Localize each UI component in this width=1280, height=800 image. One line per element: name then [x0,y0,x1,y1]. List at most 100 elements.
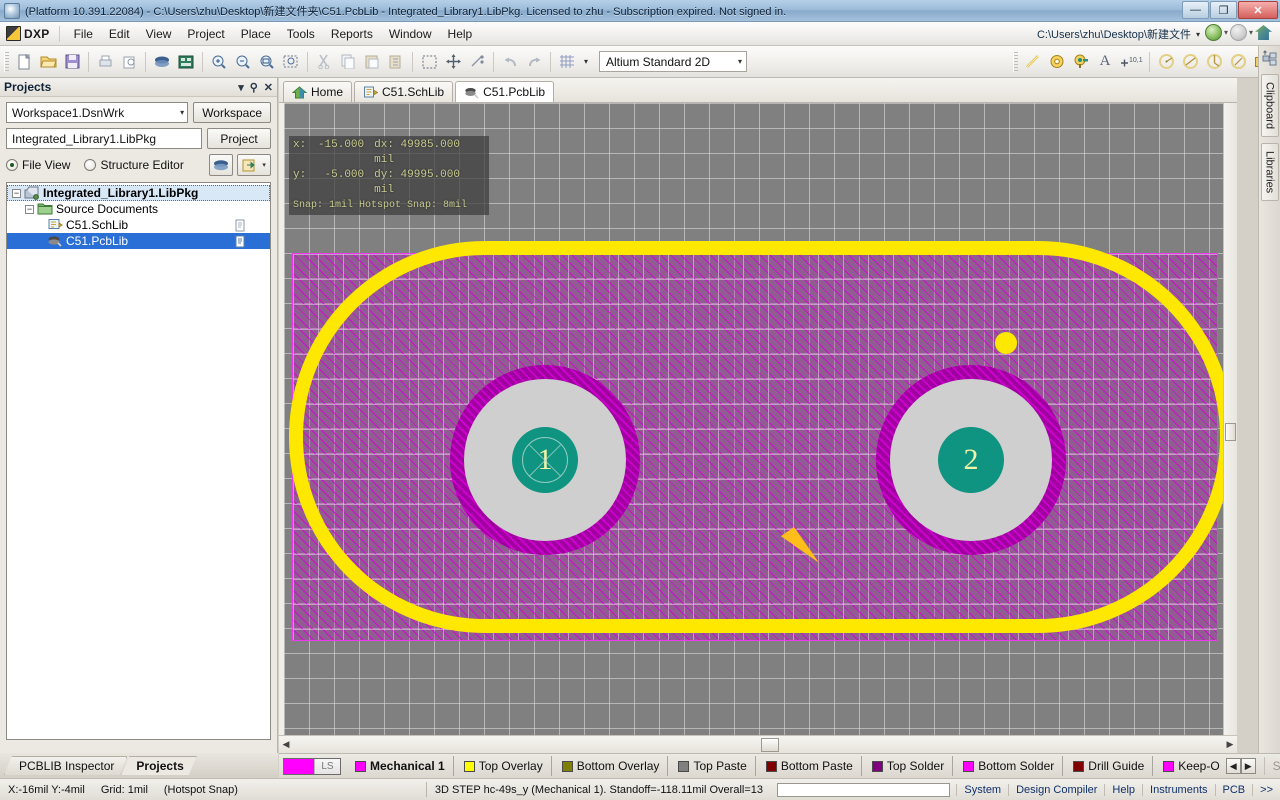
undo-icon[interactable] [499,51,521,73]
status-link-design-compiler[interactable]: Design Compiler [1008,783,1104,796]
vertical-scroll-thumb[interactable] [1225,423,1236,441]
menu-item-place[interactable]: Place [233,24,279,44]
new-document-icon[interactable] [13,51,35,73]
horizontal-scroll-track[interactable] [293,737,1223,752]
back-icon[interactable] [1204,24,1222,41]
forward-icon[interactable] [1229,24,1247,41]
place-string-icon[interactable]: A [1094,51,1116,73]
menu-item-reports[interactable]: Reports [323,24,381,44]
menu-item-file[interactable]: File [66,24,101,44]
tab-pcblib-inspector[interactable]: PCBLIB Inspector [4,756,127,775]
place-via-icon[interactable] [1070,51,1092,73]
pcb-canvas[interactable]: 1 2 x: -15.000 dx: 49985.000 mil y: -5.0… [284,103,1232,735]
zoom-area-icon[interactable] [256,51,278,73]
layer-tab-bottom-solder[interactable]: Bottom Solder [953,756,1064,776]
status-link-system[interactable]: System [956,783,1008,796]
menu-item-edit[interactable]: Edit [101,24,138,44]
right-tab-libraries[interactable]: Libraries [1260,143,1279,202]
paste-special-icon[interactable] [385,51,407,73]
document-tab-home[interactable]: Home [283,81,353,102]
zoom-in-icon[interactable] [208,51,230,73]
close-button[interactable]: ✕ [1238,1,1278,19]
layer-stack-button[interactable]: LS [314,758,340,774]
place-arc-edge-icon[interactable] [1179,51,1201,73]
layer-tab-top-paste[interactable]: Top Paste [668,756,756,776]
select-area-icon[interactable] [418,51,440,73]
menu-item-window[interactable]: Window [381,24,440,44]
project-button[interactable]: Project [207,128,271,149]
view-configuration-combo[interactable]: Altium Standard 2D ▾ [599,51,747,72]
toolbar-grip-2[interactable] [1013,51,1018,72]
redo-icon[interactable] [523,51,545,73]
workspace-combo[interactable]: Workspace1.DsnWrk ▾ [6,102,189,123]
place-coordinate-icon[interactable]: 10,10 [1118,51,1144,73]
paste-icon[interactable] [361,51,383,73]
cut-icon[interactable] [313,51,335,73]
layer-tab-top-solder[interactable]: Top Solder [862,756,954,776]
menu-item-view[interactable]: View [138,24,180,44]
active-layer-swatch-chip[interactable]: LS [283,757,341,775]
place-full-circle-icon[interactable] [1227,51,1249,73]
document-tab-c51-schlib[interactable]: C51.SchLib [354,81,454,102]
layer-tab-bottom-paste[interactable]: Bottom Paste [756,756,862,776]
pcb-3d-icon[interactable] [175,51,197,73]
layer-tab-mechanical-1[interactable]: Mechanical 1 [345,756,454,776]
toolbar-grip[interactable] [4,51,9,72]
layers-stack-icon[interactable] [209,154,233,176]
layer-tab-drill-guide[interactable]: Drill Guide [1063,756,1154,776]
canvas-vertical-scrollbar[interactable] [1223,103,1237,735]
zoom-selected-icon[interactable] [280,51,302,73]
chevron-down-icon[interactable]: ▾ [1224,28,1228,37]
scroll-left-arrow-icon[interactable]: ◀ [279,739,293,750]
tree-node-integrated-library1[interactable]: − Integrated_Library1.LibPkg [7,185,270,201]
tree-node-source-documents[interactable]: − Source Documents [7,201,270,217]
open-folder-icon[interactable] [37,51,59,73]
dxp-menu-button[interactable]: DXP [4,24,55,44]
tree-node-c51-schlib[interactable]: C51.SchLib [7,217,270,233]
right-tab-clipboard[interactable]: Clipboard [1260,74,1279,138]
menu-item-tools[interactable]: Tools [279,24,323,44]
chevron-down-icon[interactable]: ▾ [1249,28,1253,37]
radio-structure-editor[interactable] [84,159,97,171]
copy-icon[interactable] [337,51,359,73]
place-arc-any-angle-icon[interactable] [1203,51,1225,73]
layer-tab-bottom-overlay[interactable]: Bottom Overlay [552,756,669,776]
print-icon[interactable] [94,51,116,73]
chevron-down-icon[interactable]: ▾ [238,81,244,94]
tab-projects[interactable]: Projects [121,756,196,775]
status-link-pcb[interactable]: PCB [1214,783,1253,796]
clear-selection-icon[interactable] [466,51,488,73]
horizontal-scroll-thumb[interactable] [761,737,779,752]
pad-2[interactable]: 2 [876,365,1066,555]
canvas-horizontal-scrollbar[interactable]: ◀ ▶ [279,735,1237,753]
layer-scroll-prev-icon[interactable]: ◀ [1225,758,1241,774]
minimize-button[interactable]: — [1182,1,1209,19]
layer-scroll-next-icon[interactable]: ▶ [1240,758,1256,774]
grid-icon[interactable] [556,51,578,73]
tree-node-c51-pcblib[interactable]: C51.PcbLib [7,233,270,249]
open-document-dropdown-button[interactable]: ▾ [237,154,271,176]
snap-button[interactable]: Snap [1263,757,1280,775]
home-icon[interactable] [1255,25,1272,40]
save-icon[interactable] [61,51,83,73]
place-arc-center-icon[interactable] [1155,51,1177,73]
expander-icon[interactable]: − [25,204,34,214]
pad-1[interactable]: 1 [450,365,640,555]
layer-tab-keepout[interactable]: Keep-O [1153,756,1221,776]
grid-dropdown-icon[interactable]: ▾ [580,51,592,73]
project-value[interactable]: Integrated_Library1.LibPkg [6,128,202,149]
panel-group-icon[interactable] [1261,50,1279,68]
place-line-icon[interactable] [1022,51,1044,73]
zoom-out-icon[interactable] [232,51,254,73]
print-preview-icon[interactable] [118,51,140,73]
menu-item-project[interactable]: Project [179,24,232,44]
status-link-more[interactable]: >> [1252,783,1280,796]
workspace-button[interactable]: Workspace [193,102,271,123]
status-link-help[interactable]: Help [1104,783,1142,796]
move-icon[interactable] [442,51,464,73]
close-icon[interactable]: ✕ [264,81,273,94]
place-pad-icon[interactable] [1046,51,1068,73]
radio-file-view[interactable] [6,159,18,171]
keepout-outline[interactable] [289,241,1232,633]
project-tree[interactable]: − Integrated_Library1.LibPkg − Source Do… [6,182,271,740]
